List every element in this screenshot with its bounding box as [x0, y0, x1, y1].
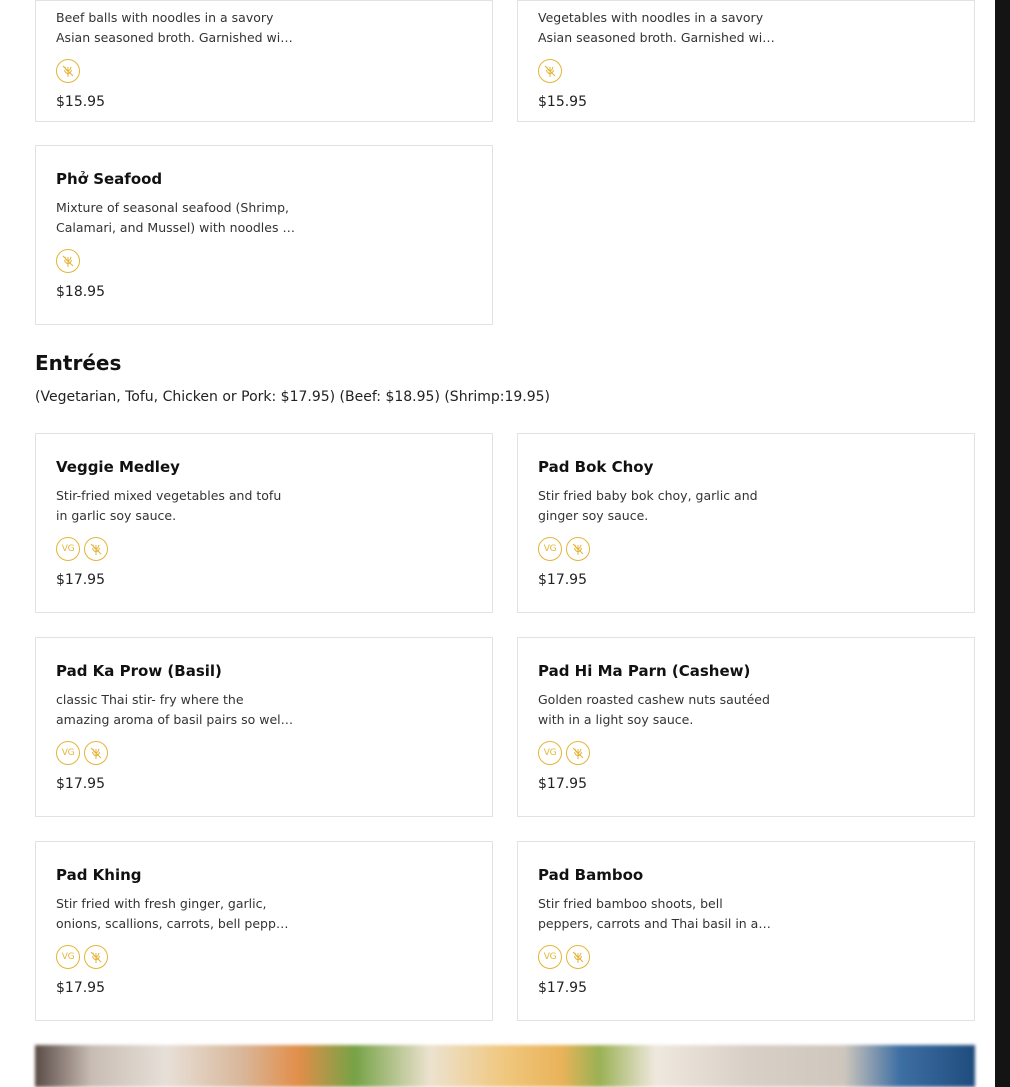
item-price: $17.95	[538, 776, 587, 792]
gluten-free-icon	[538, 59, 562, 83]
food-photo-banner	[35, 1045, 975, 1087]
item-description: Beef balls with noodles in a savory Asia…	[56, 10, 294, 45]
section-title: Entrées	[35, 351, 122, 375]
item-price: $17.95	[56, 980, 105, 996]
menu-page: Beef balls with noodles in a savory Asia…	[0, 0, 995, 1087]
item-name: Pad Bok Choy	[538, 458, 654, 476]
item-name: Pad Hi Ma Parn (Cashew)	[538, 662, 751, 680]
menu-item-card: Beef balls with noodles in a savory Asia…	[35, 0, 493, 122]
gluten-free-icon	[84, 741, 108, 765]
item-price: $17.95	[56, 572, 105, 588]
gluten-free-icon	[56, 249, 80, 273]
item-description: Mixture of seasonal seafood (Shrimp, Cal…	[56, 200, 294, 235]
menu-item-card: Vegetables with noodles in a savory Asia…	[517, 0, 975, 122]
menu-item-card: Veggie Medley Stir-fried mixed vegetable…	[35, 433, 493, 613]
scrollbar[interactable]	[995, 0, 1010, 1087]
menu-item-card: Pad Bamboo Stir fried bamboo shoots, bel…	[517, 841, 975, 1021]
menu-item-card: Pad Hi Ma Parn (Cashew) Golden roasted c…	[517, 637, 975, 817]
item-name: Veggie Medley	[56, 458, 180, 476]
gluten-free-icon	[84, 537, 108, 561]
gluten-free-icon	[566, 945, 590, 969]
menu-item-card: Pad Khing Stir fried with fresh ginger, …	[35, 841, 493, 1021]
gluten-free-icon	[566, 741, 590, 765]
item-name: Pad Khing	[56, 866, 142, 884]
item-name: Pad Bamboo	[538, 866, 644, 884]
vegan-icon: VG	[538, 945, 562, 969]
item-description: Golden roasted cashew nuts sautéed with …	[538, 692, 770, 727]
item-description: Vegetables with noodles in a savory Asia…	[538, 10, 776, 45]
item-price: $18.95	[56, 284, 105, 300]
item-description: Stir fried with fresh ginger, garlic, on…	[56, 896, 296, 931]
vegan-icon: VG	[538, 741, 562, 765]
vegan-icon: VG	[538, 537, 562, 561]
item-name: Phở Seafood	[56, 170, 163, 188]
item-description: Stir fried bamboo shoots, bell peppers, …	[538, 896, 759, 931]
item-price: $17.95	[56, 776, 105, 792]
item-description: classic Thai stir- fry where the amazing…	[56, 692, 285, 727]
menu-item-card: Phở Seafood Mixture of seasonal seafood …	[35, 145, 493, 325]
vegan-icon: VG	[56, 741, 80, 765]
item-price: $15.95	[538, 94, 587, 110]
gluten-free-icon	[56, 59, 80, 83]
gluten-free-icon	[566, 537, 590, 561]
section-description: (Vegetarian, Tofu, Chicken or Pork: $17.…	[35, 389, 550, 405]
item-price: $15.95	[56, 94, 105, 110]
item-price: $17.95	[538, 980, 587, 996]
item-price: $17.95	[538, 572, 587, 588]
item-name: Pad Ka Prow (Basil)	[56, 662, 222, 680]
vegan-icon: VG	[56, 945, 80, 969]
item-description: Stir fried baby bok choy, garlic and gin…	[538, 488, 758, 523]
item-description: Stir-fried mixed vegetables and tofu in …	[56, 488, 282, 523]
menu-item-card: Pad Ka Prow (Basil) classic Thai stir- f…	[35, 637, 493, 817]
vegan-icon: VG	[56, 537, 80, 561]
gluten-free-icon	[84, 945, 108, 969]
menu-item-card: Pad Bok Choy Stir fried baby bok choy, g…	[517, 433, 975, 613]
